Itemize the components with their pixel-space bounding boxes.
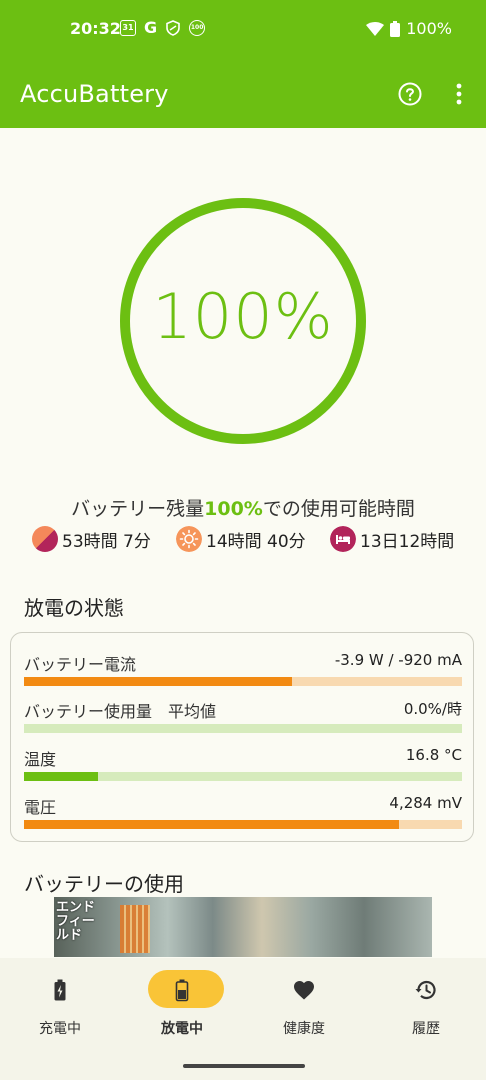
nav-charging-label: 充電中 (39, 1021, 81, 1037)
nav-charging[interactable]: 充電中 (0, 958, 120, 1058)
calendar-icon: 31 (120, 20, 136, 36)
metric-bar-track (24, 724, 462, 733)
metric-bar-fill (24, 677, 293, 686)
battery-usage-section-title: バッテリーの使用 (24, 872, 184, 896)
heart-icon (294, 981, 314, 1000)
estimate-suffix: での使用可能時間 (262, 498, 415, 520)
sun-icon (176, 526, 202, 552)
shield-icon (166, 20, 180, 36)
wifi-icon (366, 21, 385, 36)
estimate-sleep-value: 13日12時間 (360, 531, 455, 552)
metric-voltage: 電圧 4,284 mV (24, 794, 462, 834)
metric-temperature: 温度 16.8 °C (24, 746, 462, 786)
screen-on-icon (32, 526, 58, 552)
metric-bar-track (24, 677, 462, 686)
more-vert-icon[interactable] (452, 82, 466, 106)
metric-value: 16.8 °C (405, 746, 462, 764)
metric-value: 0.0%/時 (403, 700, 462, 718)
metric-label: 温度 (24, 750, 57, 769)
estimate-screen-on-value: 53時間 7分 (62, 531, 151, 552)
nav-history-label: 履歴 (412, 1021, 440, 1037)
status-bar: 20:32 31 G 100 100% (0, 0, 486, 60)
estimate-screen-active-value: 14時間 40分 (206, 531, 306, 552)
metric-bar-fill (24, 772, 99, 781)
nav-health-label: 健康度 (283, 1021, 325, 1037)
bottom-navigation: 充電中 放電中 健康度 履歴 (0, 958, 486, 1080)
metric-battery-current: バッテリー電流 -3.9 W / -920 mA (24, 651, 462, 691)
metric-label: バッテリー使用量 平均値 (24, 702, 217, 721)
estimate-screen-active: 14時間 40分 (176, 526, 306, 552)
status-system-icons: 100% (366, 19, 452, 38)
ad-image (54, 897, 432, 957)
status-battery-percent: 100% (406, 19, 452, 38)
estimate-highlight: 100% (204, 498, 263, 520)
battery-badge-icon: 100 (189, 20, 206, 36)
metric-battery-usage-average: バッテリー使用量 平均値 0.0%/時 (24, 698, 462, 738)
nav-history[interactable]: 履歴 (366, 958, 486, 1058)
google-icon: G (144, 18, 158, 37)
home-indicator[interactable] (183, 1064, 305, 1068)
ad-banner[interactable]: エンドフィールド (54, 897, 432, 957)
estimate-row: 53時間 7分 14時間 40分 13日12時間 (32, 526, 472, 556)
history-icon (415, 980, 436, 1000)
battery-percent-display: 100% (152, 280, 334, 353)
estimate-sleep: 13日12時間 (330, 526, 454, 552)
app-bar: AccuBattery (0, 60, 486, 128)
metric-label: バッテリー電流 (24, 655, 137, 674)
metric-value: -3.9 W / -920 mA (334, 651, 462, 669)
app-title: AccuBattery (20, 80, 169, 108)
nav-discharging[interactable]: 放電中 (122, 958, 242, 1058)
status-time: 20:32 (70, 19, 121, 38)
battery-charging-icon (54, 979, 66, 1001)
help-icon[interactable] (398, 82, 422, 106)
estimate-prefix: バッテリー残量 (71, 498, 205, 520)
battery-discharging-icon (175, 979, 189, 1002)
metric-value: 4,284 mV (389, 794, 462, 812)
sleep-bed-icon (330, 526, 356, 552)
ad-logo: エンドフィールド (56, 900, 96, 943)
estimate-heading: バッテリー残量100%での使用可能時間 (0, 494, 486, 521)
discharge-section-title: 放電の状態 (24, 596, 124, 620)
battery-icon (390, 20, 401, 37)
estimate-screen-on: 53時間 7分 (32, 526, 151, 552)
ad-flag-art (120, 905, 150, 953)
nav-health[interactable]: 健康度 (244, 958, 364, 1058)
metric-bar-track (24, 772, 462, 781)
metric-bar-fill (24, 820, 400, 829)
nav-discharging-label: 放電中 (161, 1021, 203, 1037)
metric-label: 電圧 (24, 798, 57, 817)
metric-bar-track (24, 820, 462, 829)
status-notification-icons: 31 G 100 (120, 18, 206, 37)
